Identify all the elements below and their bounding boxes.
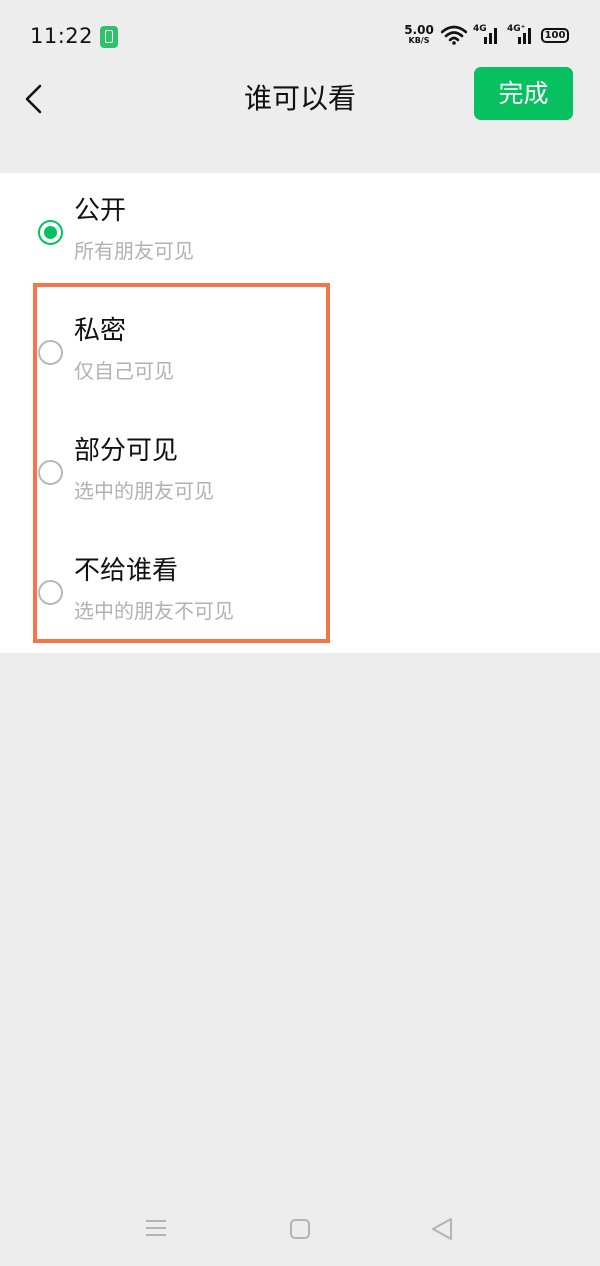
- triangle-back-icon[interactable]: [428, 1216, 456, 1242]
- option-label: 部分可见: [74, 436, 179, 466]
- option-partially-visible[interactable]: 部分可见 选中的朋友可见: [0, 413, 600, 533]
- network-speed-unit: KB/S: [408, 36, 430, 45]
- screen: 11:22 5.00 KB/S 4G 4G⁺ 100 谁可以看 完成 公开 所有…: [0, 0, 600, 1266]
- option-description: 所有朋友可见: [74, 239, 194, 263]
- battery-saver-icon: [100, 26, 118, 48]
- home-icon[interactable]: [287, 1216, 313, 1242]
- done-button[interactable]: 完成: [474, 67, 573, 120]
- option-hide-from[interactable]: 不给谁看 选中的朋友不可见: [0, 533, 600, 653]
- option-description: 选中的朋友不可见: [74, 599, 234, 623]
- cellular-signal-2-icon: 4G⁺: [507, 24, 533, 46]
- option-description: 选中的朋友可见: [74, 479, 214, 503]
- back-button[interactable]: [18, 76, 58, 122]
- visibility-option-list: 公开 所有朋友可见 私密 仅自己可见 部分可见 选中的朋友可见 不给谁看 选中的…: [0, 173, 600, 653]
- status-time: 11:22: [30, 24, 94, 48]
- option-label: 公开: [74, 196, 127, 226]
- option-label: 私密: [74, 316, 127, 346]
- option-private[interactable]: 私密 仅自己可见: [0, 293, 600, 413]
- cellular-signal-1-icon: 4G: [473, 24, 499, 46]
- battery-icon: 100: [541, 28, 569, 43]
- nav-bar: 谁可以看 完成: [0, 67, 600, 142]
- chevron-left-icon: [25, 84, 42, 114]
- menu-icon[interactable]: [140, 1216, 172, 1240]
- radio-unselected-icon[interactable]: [38, 340, 63, 365]
- wifi-icon: [441, 25, 467, 45]
- radio-unselected-icon[interactable]: [38, 460, 63, 485]
- status-bar: 11:22 5.00 KB/S 4G 4G⁺ 100: [0, 0, 600, 70]
- radio-unselected-icon[interactable]: [38, 580, 63, 605]
- network-speed-value: 5.00: [404, 23, 434, 37]
- system-navigation-bar: [0, 1196, 600, 1266]
- network-speed: 5.00 KB/S: [404, 24, 434, 45]
- option-description: 仅自己可见: [74, 359, 174, 383]
- option-label: 不给谁看: [74, 556, 179, 586]
- option-public[interactable]: 公开 所有朋友可见: [0, 173, 600, 293]
- radio-selected-icon[interactable]: [38, 220, 63, 245]
